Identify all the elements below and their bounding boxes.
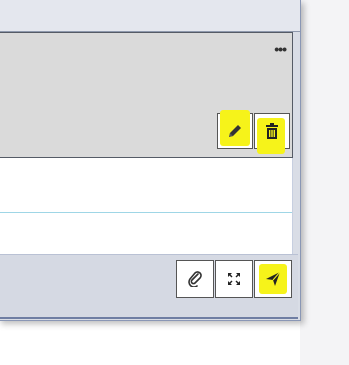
- trash-icon: [266, 123, 278, 139]
- panel-bottom-border: [0, 317, 298, 319]
- pencil-icon: [229, 125, 241, 137]
- delete-button[interactable]: [254, 113, 290, 154]
- edit-button[interactable]: [217, 110, 253, 149]
- input-divider: [0, 212, 292, 213]
- message-card: •••: [0, 32, 293, 158]
- chat-panel: •••: [0, 0, 301, 321]
- screen: •••: [0, 0, 349, 365]
- more-options-button[interactable]: •••: [274, 41, 287, 57]
- expand-icon: [228, 273, 240, 285]
- expand-button[interactable]: [215, 260, 253, 298]
- composer-actions: [175, 260, 292, 298]
- message-actions: [216, 110, 290, 154]
- message-input-area[interactable]: [0, 158, 293, 254]
- paperclip-icon: [188, 271, 202, 287]
- panel-header-strip: [0, 0, 300, 32]
- composer-toolbar: [0, 254, 298, 319]
- send-icon: [266, 271, 281, 286]
- send-button[interactable]: [254, 260, 292, 298]
- page-backdrop: [300, 0, 349, 365]
- attach-button[interactable]: [176, 260, 214, 298]
